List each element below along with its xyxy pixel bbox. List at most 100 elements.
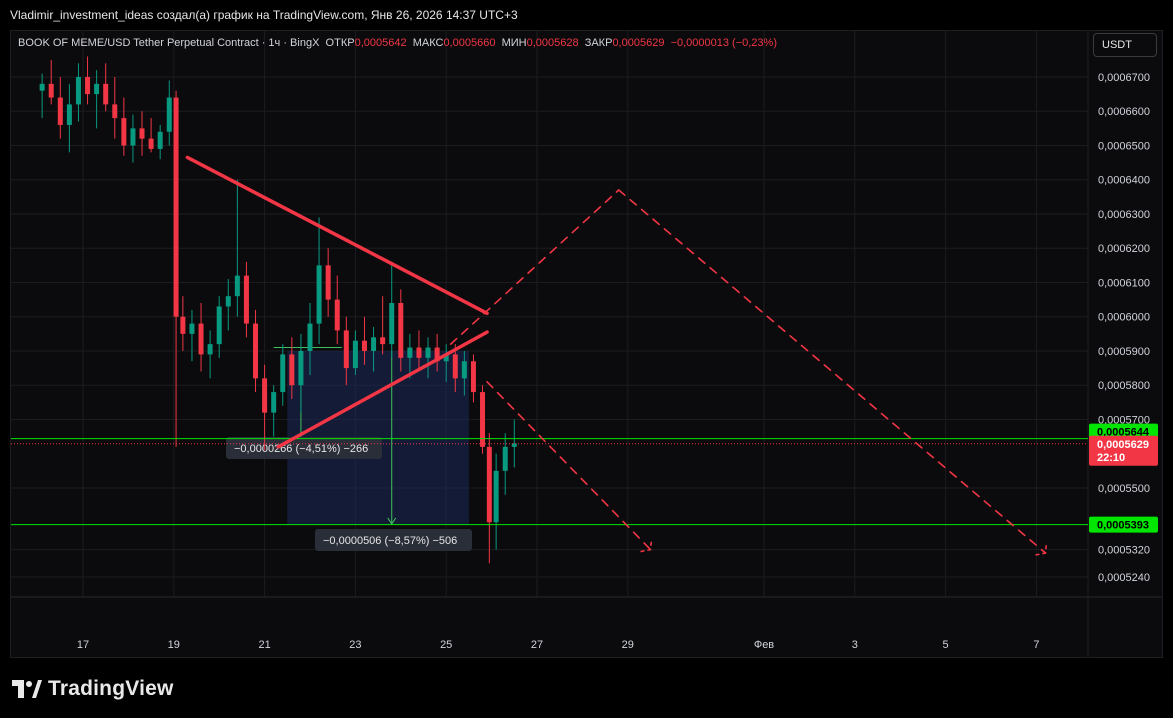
candle-body — [325, 265, 331, 300]
x-axis: 17 19 21 23 25 27 29 Фев 3 5 7 — [77, 639, 1040, 651]
candle-body — [189, 323, 195, 334]
tradingview-logo[interactable]: TradingView — [12, 677, 174, 701]
x-tick-label: 17 — [77, 639, 89, 651]
candle-body — [425, 347, 431, 358]
measure-label-text: −0,0000266 (−4,51%) −266 — [234, 443, 368, 455]
candle-body — [398, 303, 404, 358]
projection-up-line — [449, 189, 620, 345]
candle-body — [502, 446, 508, 471]
current-price-label-text: 0,0005629 — [1097, 439, 1149, 451]
x-tick-label: 25 — [440, 639, 452, 651]
y-tick-label: 0,0005240 — [1098, 572, 1150, 584]
y-tick-label: 0,0005500 — [1098, 483, 1150, 495]
candle-body — [280, 354, 286, 393]
candle-body — [253, 323, 259, 379]
candle-body — [121, 118, 127, 146]
tradingview-brand: TradingView — [48, 677, 174, 700]
x-tick-label: Фев — [754, 639, 774, 651]
drawings — [11, 155, 1088, 556]
candle-body — [452, 354, 458, 379]
measure-label: −0,0000266 (−4,51%) −266 — [226, 437, 382, 459]
candle-body — [130, 128, 136, 146]
candle-body — [85, 77, 91, 95]
low-value: 0,0005628 — [526, 37, 579, 49]
x-tick-label: 23 — [349, 639, 361, 651]
measure-label-text: −0,0000506 (−8,57%) −506 — [323, 535, 457, 547]
candle-body — [389, 303, 395, 345]
candle-body — [334, 299, 340, 331]
open-value: 0,0005642 — [354, 37, 407, 49]
x-tick-label: 29 — [622, 639, 634, 651]
candle-body — [470, 361, 476, 393]
candle-body — [66, 104, 72, 125]
candle-body — [180, 316, 186, 334]
level-low-price-label-text: 0,0005393 — [1097, 520, 1149, 532]
y-tick-label: 0,0006500 — [1098, 140, 1150, 152]
chart-grid — [11, 31, 1162, 657]
open-label: ОТКР — [325, 37, 355, 49]
y-tick-label: 0,0005320 — [1098, 545, 1150, 557]
x-tick-label: 21 — [258, 639, 270, 651]
candle-body — [486, 446, 492, 523]
low-label: МИН — [501, 37, 527, 49]
candle-body — [243, 275, 249, 324]
candle-body — [173, 97, 179, 317]
y-tick-label: 0,0005900 — [1098, 346, 1150, 358]
current-price-label: 0,000562922:10 — [1089, 435, 1158, 466]
candle-body — [103, 83, 109, 105]
candle-body — [234, 275, 240, 297]
candle-body — [157, 131, 163, 149]
y-tick-label: 0,0006100 — [1098, 277, 1150, 289]
candle-body — [207, 344, 213, 355]
candle-body — [198, 323, 204, 355]
y-tick-label: 0,0006400 — [1098, 175, 1150, 187]
candle-body — [225, 296, 231, 307]
candle-body — [380, 337, 386, 345]
current-price-label-text: 22:10 — [1097, 452, 1125, 464]
candle-body — [271, 392, 277, 413]
candle-body — [112, 104, 118, 119]
candle-body — [316, 265, 322, 324]
candle-body — [361, 340, 367, 351]
candle-body — [262, 378, 268, 413]
x-tick-label: 3 — [852, 639, 858, 651]
y-axis: 0,0006700 0,0006600 0,0006500 0,0006400 0,00… — [1098, 72, 1150, 584]
candle-body — [289, 354, 295, 386]
level-low-price-label: 0,0005393 — [1089, 516, 1158, 533]
candle-body — [139, 128, 145, 139]
candle-body — [148, 138, 154, 149]
measure-label: −0,0000506 (−8,57%) −506 — [315, 529, 472, 551]
y-tick-label: 0,0006300 — [1098, 209, 1150, 221]
candle-body — [461, 361, 467, 379]
x-tick-label: 7 — [1033, 639, 1039, 651]
y-tick-label: 0,0005800 — [1098, 380, 1150, 392]
tradingview-logo-icon — [12, 680, 42, 698]
footer — [0, 660, 1173, 718]
projection-down-line — [617, 189, 1047, 554]
candle-body — [75, 77, 81, 105]
x-tick-label: 19 — [168, 639, 180, 651]
ohlc-legend: BOOK OF MEME/USD Tether Perpetual Contra… — [18, 37, 777, 49]
candle-body — [343, 330, 349, 369]
x-tick-label: 27 — [531, 639, 543, 651]
change-value: −0,0000013 (−0,23%) — [670, 37, 777, 49]
high-label: МАКС — [412, 37, 444, 49]
y-tick-label: 0,0006700 — [1098, 72, 1150, 84]
candle-body — [216, 306, 222, 345]
candle-body — [298, 350, 304, 386]
x-tick-label: 5 — [943, 639, 949, 651]
symbol-label[interactable]: BOOK OF MEME/USD Tether Perpetual Contra… — [18, 37, 319, 49]
high-value: 0,0005660 — [443, 37, 496, 49]
candle-body — [493, 470, 499, 523]
candle-body — [57, 97, 63, 125]
candle-body — [39, 83, 45, 91]
price-chart[interactable]: −0,0000266 (−4,51%) −266 −0,0000506 (−8,5… — [0, 0, 1173, 718]
currency-button[interactable]: USDT — [1093, 33, 1157, 57]
candle-body — [407, 347, 413, 358]
y-tick-label: 0,0006200 — [1098, 243, 1150, 255]
candle-body — [48, 83, 54, 98]
candle-body — [307, 323, 313, 351]
candle-body — [352, 340, 358, 369]
candle-body — [94, 83, 100, 95]
candle-body — [371, 337, 377, 351]
